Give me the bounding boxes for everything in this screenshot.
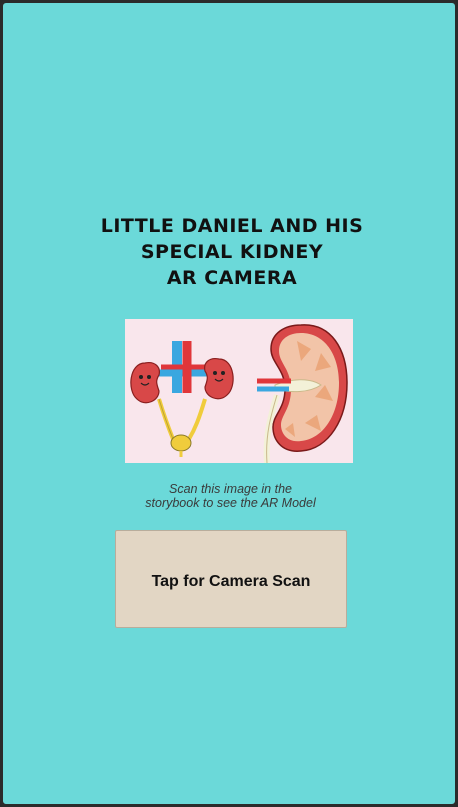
camera-scan-button[interactable]: Tap for Camera Scan [115, 530, 347, 628]
kidney-marker-image [125, 319, 353, 464]
title-line-1: Little Daniel and his [100, 215, 364, 237]
title-line-3: AR Camera [166, 267, 298, 289]
scan-hint-text: Scan this image in the storybook to see … [123, 482, 338, 510]
kidney-cross-section-drawing [257, 324, 348, 464]
hint-line-2: storybook to see the AR Model [145, 496, 316, 510]
camera-scan-button-label: Tap for Camera Scan [151, 573, 311, 590]
urinary-system-drawing [130, 341, 234, 457]
hint-line-1: Scan this image in the [169, 482, 292, 496]
page-title: Little Daniel and his special kidney AR … [3, 213, 455, 291]
title-line-2: special kidney [140, 241, 324, 263]
kidney-illustration-icon [130, 324, 348, 464]
app-screen: Little Daniel and his special kidney AR … [0, 0, 458, 807]
